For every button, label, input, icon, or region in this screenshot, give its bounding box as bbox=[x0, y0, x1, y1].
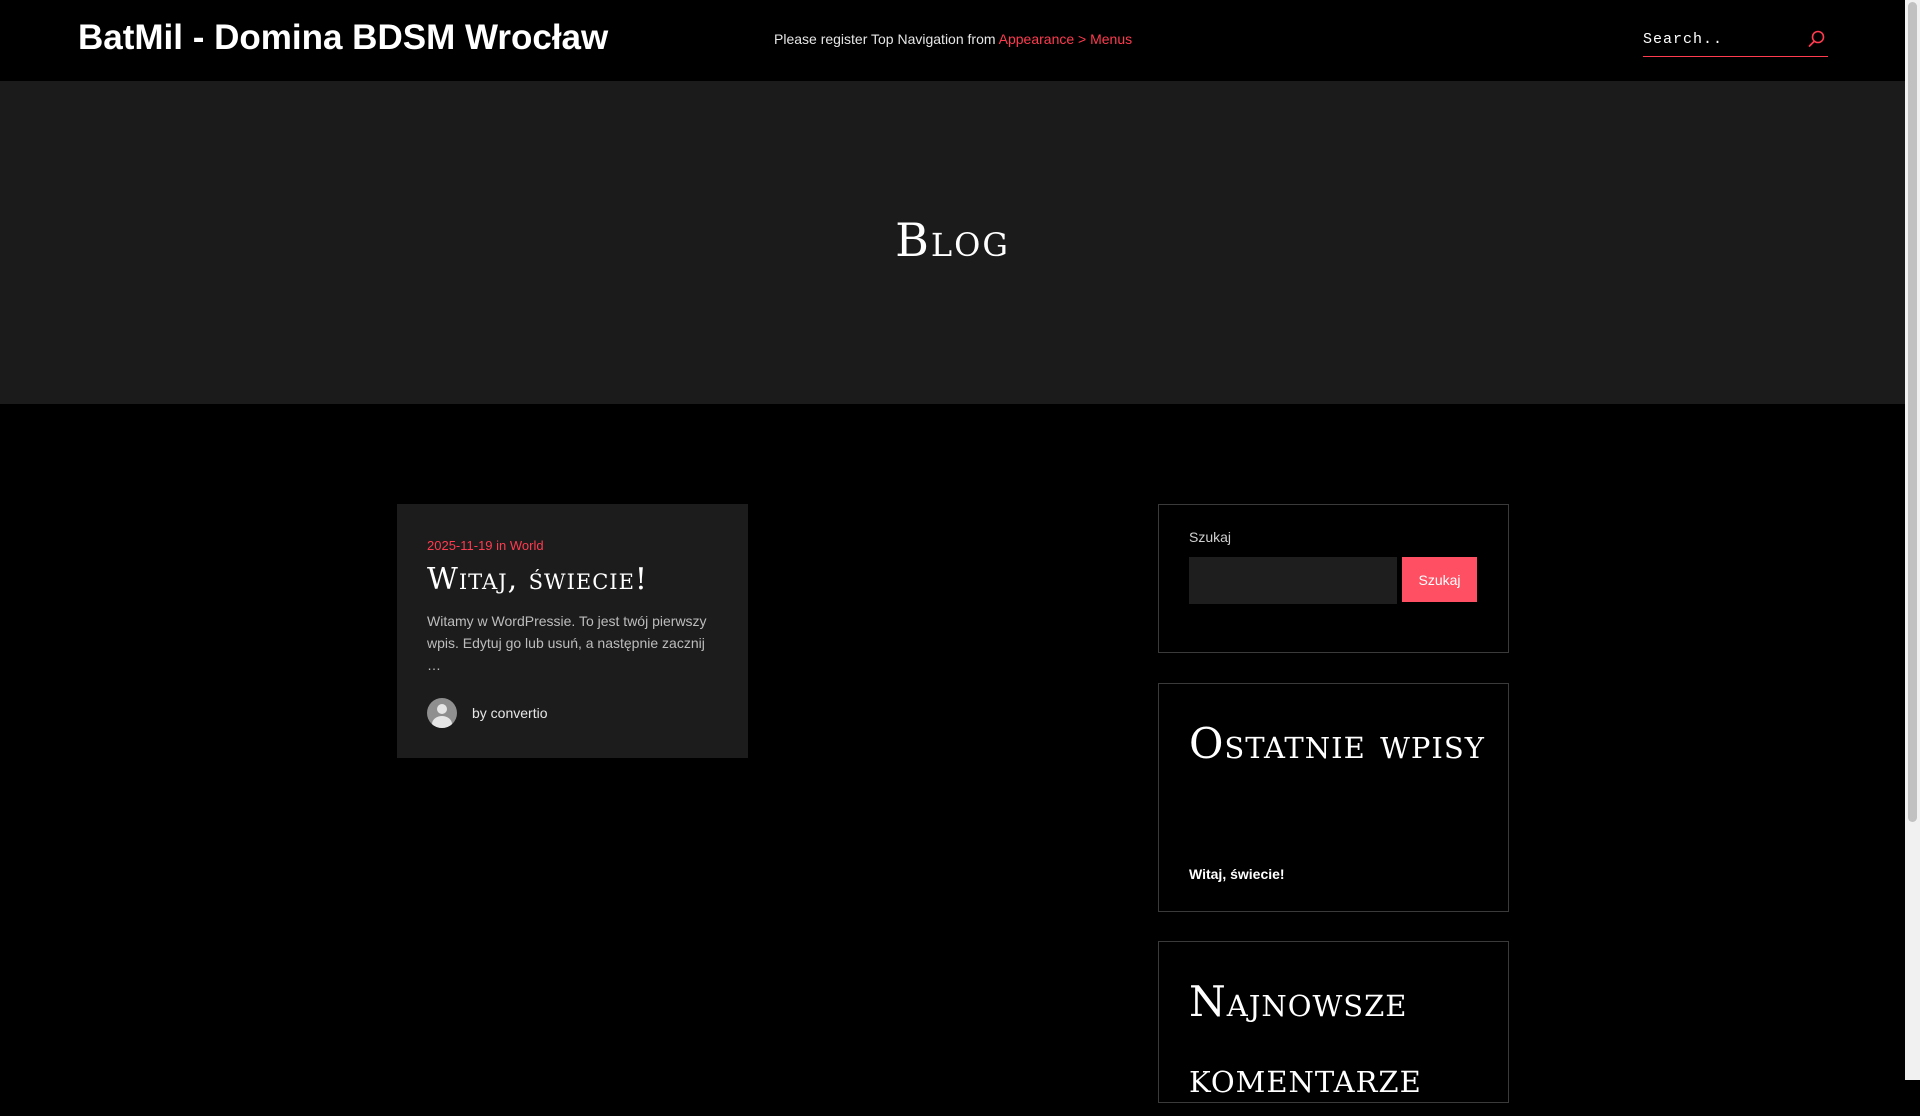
page-title: Blog bbox=[895, 213, 1010, 267]
header-search-input[interactable] bbox=[1643, 26, 1803, 52]
recent-posts-widget: Ostatnie wpisy Witaj, świecie! bbox=[1158, 683, 1509, 912]
author-name[interactable]: by convertio bbox=[472, 705, 547, 721]
recent-comments-widget: Najnowsze komentarze bbox=[1158, 941, 1509, 1103]
scrollbar-thumb[interactable] bbox=[1908, 2, 1917, 822]
post-meta-in: in bbox=[492, 538, 510, 553]
sidebar-search-label: Szukaj bbox=[1189, 529, 1232, 545]
post-date-link[interactable]: 2025-11-19 bbox=[427, 538, 493, 553]
page-hero: Blog bbox=[0, 81, 1905, 404]
post-category-link[interactable]: World bbox=[510, 538, 544, 553]
search-icon[interactable] bbox=[1808, 30, 1826, 48]
sidebar-search-button[interactable]: Szukaj bbox=[1402, 557, 1477, 602]
post-excerpt: Witamy w WordPressie. To jest twój pierw… bbox=[427, 613, 707, 673]
sidebar-search-input[interactable] bbox=[1189, 557, 1397, 604]
nav-notice-text: Please register Top Navigation from bbox=[774, 31, 999, 47]
nav-notice: Please register Top Navigation from Appe… bbox=[774, 31, 1132, 47]
recent-comments-heading: Najnowsze komentarze bbox=[1189, 977, 1422, 1102]
post-meta: 2025-11-19 in World bbox=[427, 538, 544, 553]
sidebar-search-widget: Szukaj Szukaj bbox=[1158, 504, 1509, 653]
recent-post-link[interactable]: Witaj, świecie! bbox=[1189, 866, 1285, 882]
recent-posts-heading: Ostatnie wpisy bbox=[1189, 719, 1485, 768]
appearance-menus-link[interactable]: Appearance > Menus bbox=[999, 31, 1132, 47]
post-author: by convertio bbox=[427, 698, 547, 728]
avatar bbox=[427, 698, 457, 728]
site-header: BatMil - Domina BDSM Wrocław Please regi… bbox=[0, 0, 1905, 81]
page-scrollbar[interactable] bbox=[1905, 0, 1920, 1080]
post-title-link[interactable]: Witaj, świecie! bbox=[427, 562, 648, 597]
site-title-link[interactable]: BatMil - Domina BDSM Wrocław bbox=[78, 18, 608, 58]
header-search bbox=[1643, 26, 1828, 57]
post-card: 2025-11-19 in World Witaj, świecie! Wita… bbox=[397, 504, 748, 758]
